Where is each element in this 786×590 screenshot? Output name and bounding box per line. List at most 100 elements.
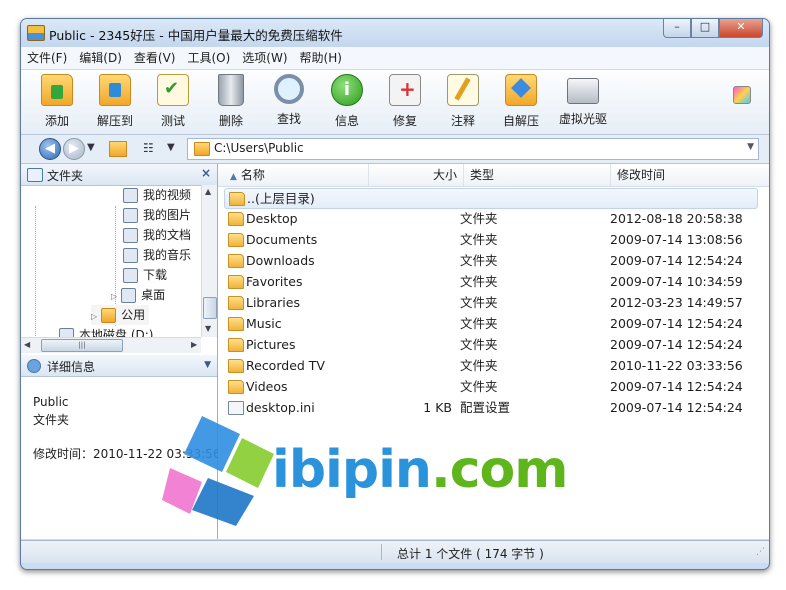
table-row[interactable]: Downloads 文件夹 2009-07-14 12:54:24 (224, 250, 756, 271)
parent-directory-row[interactable]: ..(上层目录) (224, 188, 758, 209)
file-type: 文件夹 (460, 274, 498, 289)
detail-name: Public (33, 395, 69, 409)
scroll-down-icon[interactable]: ▼ (205, 324, 211, 333)
back-button[interactable]: ◀ (39, 138, 61, 160)
file-name: Videos (246, 379, 288, 394)
address-bar[interactable]: C:\Users\Public ▼ (187, 138, 759, 160)
videos-folder-icon (123, 188, 138, 203)
sfx-label: 自解压 (502, 114, 539, 128)
file-date: 2009-07-14 12:54:24 (610, 400, 743, 415)
watermark-logo-icon (162, 416, 274, 526)
tree-item-downloads[interactable]: 下载 (123, 265, 167, 285)
folders-panel-close-button[interactable]: × (201, 166, 211, 180)
column-date[interactable]: 修改时间 (611, 164, 769, 186)
virtual-drive-label: 虚拟光驱 (558, 112, 607, 126)
repair-label: 修复 (392, 114, 417, 128)
find-button[interactable]: 查找 (265, 74, 313, 127)
virtual-drive-button[interactable]: 虚拟光驱 (555, 74, 611, 127)
info-button[interactable]: i 信息 (323, 74, 371, 129)
delete-button[interactable]: 删除 (207, 74, 255, 129)
desktop-folder-icon (121, 288, 137, 303)
details-panel-header[interactable]: 详细信息 ▼ (21, 355, 217, 377)
file-date: 2009-07-14 13:08:56 (610, 232, 743, 247)
table-row[interactable]: Desktop 文件夹 2012-08-18 20:58:38 (224, 208, 756, 229)
history-dropdown[interactable]: ▼ (87, 140, 95, 156)
table-row[interactable]: Music 文件夹 2009-07-14 12:54:24 (224, 313, 756, 334)
tree-item-pictures[interactable]: 我的图片 (123, 205, 191, 225)
sort-up-icon: ▲ (230, 172, 237, 182)
test-button[interactable]: 测试 (149, 74, 197, 129)
expand-arrow-icon[interactable]: ▷ (111, 292, 117, 301)
status-divider (381, 544, 382, 560)
tree-item-label: 本地磁盘 (D:) (79, 328, 154, 337)
tree-horizontal-scrollbar[interactable]: ◀ ||| ▶ (21, 337, 201, 353)
tree-vertical-scrollbar[interactable]: ▲ ▼ (201, 185, 217, 337)
folder-icon (228, 296, 244, 310)
menu-edit[interactable]: 编辑(D) (73, 47, 128, 69)
public-folder-icon (101, 308, 117, 323)
tree-item-label: 我的音乐 (143, 248, 192, 262)
scroll-up-icon[interactable]: ▲ (205, 187, 211, 196)
chevron-down-icon[interactable]: ▼ (747, 142, 754, 152)
tree-item-label: 我的视频 (143, 188, 192, 202)
add-button[interactable]: 添加 (33, 74, 81, 129)
column-name-label: 名称 (240, 168, 265, 182)
scroll-left-icon[interactable]: ◀ (24, 340, 30, 349)
pictures-folder-icon (123, 208, 138, 223)
view-mode-dropdown[interactable]: ▼ (167, 140, 175, 156)
tree-item-documents[interactable]: 我的文档 (123, 225, 191, 245)
menu-help[interactable]: 帮助(H) (294, 47, 348, 69)
sfx-button[interactable]: 自解压 (497, 74, 545, 129)
tree-item-desktop[interactable]: ▷ 桌面 (111, 285, 165, 305)
column-name[interactable]: ▲ 名称 (218, 164, 369, 186)
forward-button[interactable]: ▶ (63, 138, 85, 160)
info-icon: i (331, 74, 363, 106)
skin-icon[interactable] (733, 86, 751, 104)
tree-item-videos[interactable]: 我的视频 (123, 185, 191, 205)
resize-grip-icon[interactable]: ⋰ (756, 547, 765, 557)
tree-item-public[interactable]: ▷ 公用 (91, 305, 150, 325)
folder-icon (228, 359, 244, 373)
extract-to-button[interactable]: 解压到 (91, 74, 139, 129)
menu-view[interactable]: 查看(V) (128, 47, 182, 69)
menu-tools[interactable]: 工具(O) (181, 47, 236, 69)
file-name: Downloads (246, 253, 315, 268)
watermark-text: ibipin.com (272, 440, 568, 500)
table-row[interactable]: Documents 文件夹 2009-07-14 13:08:56 (224, 229, 756, 250)
tree-hscroll-thumb[interactable]: ||| (41, 339, 123, 352)
minimize-button[interactable]: – (663, 19, 691, 38)
file-date: 2009-07-14 12:54:24 (610, 316, 743, 331)
table-row[interactable]: Libraries 文件夹 2012-03-23 14:49:57 (224, 292, 756, 313)
watermark-text-a: ibipin (272, 440, 432, 500)
file-type: 文件夹 (460, 358, 498, 373)
expand-arrow-icon[interactable]: ▷ (91, 312, 97, 321)
column-size[interactable]: 大小 (369, 164, 464, 186)
up-folder-button[interactable] (109, 141, 127, 157)
watermark: ibipin.com (162, 410, 568, 530)
trash-icon (218, 74, 244, 106)
search-icon (274, 74, 304, 104)
close-button[interactable]: ✕ (719, 19, 763, 38)
scroll-right-icon[interactable]: ▶ (191, 340, 197, 349)
tree-item-music[interactable]: 我的音乐 (123, 245, 191, 265)
title-bar[interactable]: Public - 2345好压 - 中国用户量最大的免费压缩软件 – □ ✕ (21, 19, 769, 47)
menu-file[interactable]: 文件(F) (21, 47, 73, 69)
folder-icon (194, 142, 210, 156)
tree-item-drive-d[interactable]: 本地磁盘 (D:) (59, 325, 153, 337)
table-row[interactable]: Favorites 文件夹 2009-07-14 10:34:59 (224, 271, 756, 292)
column-type[interactable]: 类型 (464, 164, 611, 186)
tree-scroll-thumb[interactable] (203, 297, 217, 319)
chevron-down-icon[interactable]: ▼ (204, 360, 211, 370)
table-row[interactable]: Recorded TV 文件夹 2010-11-22 03:33:56 (224, 355, 756, 376)
table-row[interactable]: Pictures 文件夹 2009-07-14 12:54:24 (224, 334, 756, 355)
table-row[interactable]: Videos 文件夹 2009-07-14 12:54:24 (224, 376, 756, 397)
tree-item-label: 桌面 (141, 288, 166, 302)
test-icon (157, 74, 189, 106)
repair-button[interactable]: 修复 (381, 74, 429, 129)
forward-arrow-icon: ▶ (69, 141, 79, 156)
menu-options[interactable]: 选项(W) (236, 47, 293, 69)
comment-button[interactable]: 注释 (439, 74, 487, 129)
detail-type: 文件夹 (33, 413, 70, 427)
view-mode-button[interactable]: ☷ (143, 140, 154, 156)
maximize-button[interactable]: □ (691, 19, 719, 38)
